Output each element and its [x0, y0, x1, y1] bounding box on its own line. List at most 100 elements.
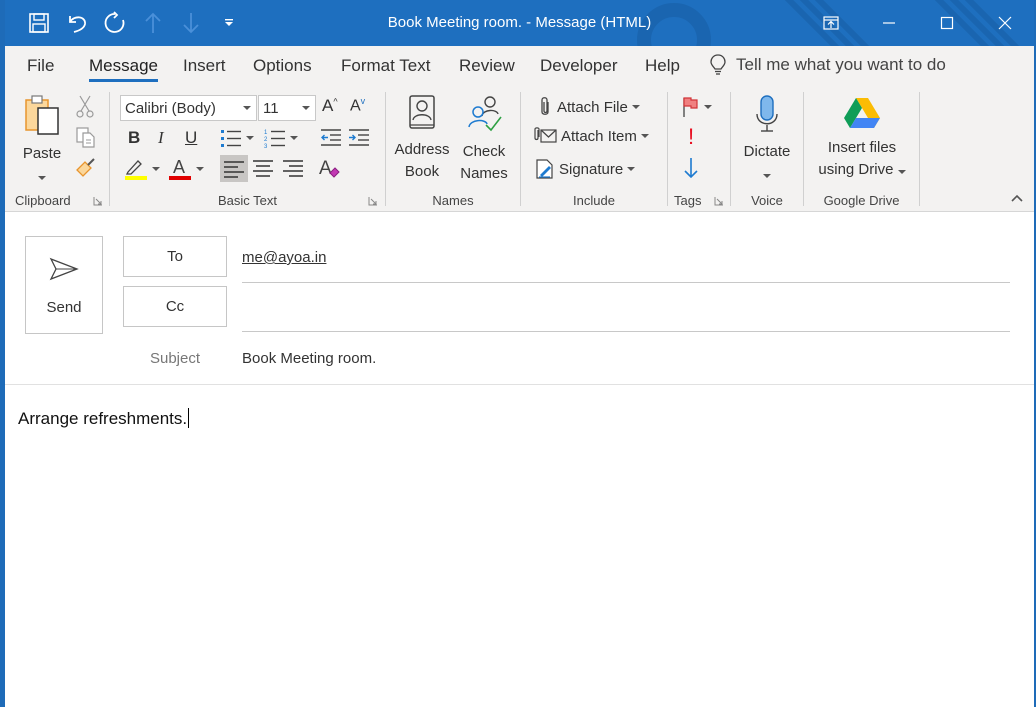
- google-drive-group: Insert files using Drive Google Drive: [804, 88, 920, 212]
- bullets-button[interactable]: [220, 128, 254, 148]
- insert-files-dropdown-icon: [897, 170, 906, 174]
- decrease-indent-button[interactable]: [320, 128, 342, 148]
- low-importance-button[interactable]: [682, 156, 700, 180]
- cc-button[interactable]: Cc: [123, 286, 227, 327]
- close-button[interactable]: [976, 0, 1034, 46]
- align-center-icon: [253, 160, 273, 177]
- numbering-button[interactable]: 123: [264, 128, 298, 148]
- font-name-combo[interactable]: Calibri (Body): [120, 95, 257, 121]
- check-names-icon: [468, 96, 502, 132]
- tab-help[interactable]: Help: [645, 56, 680, 76]
- format-painter-icon: [76, 158, 95, 177]
- tell-me-search[interactable]: Tell me what you want to do: [710, 54, 946, 76]
- clipboard-group: Paste Clipboard: [5, 88, 110, 212]
- collapse-ribbon-icon[interactable]: [1010, 193, 1024, 203]
- voice-group-label: Voice: [751, 193, 783, 208]
- tab-review[interactable]: Review: [459, 56, 515, 76]
- font-color-button[interactable]: A: [168, 158, 204, 180]
- shrink-font-icon: Av: [350, 96, 366, 115]
- voice-group: Dictate Voice: [731, 88, 804, 212]
- tab-format-text[interactable]: Format Text: [341, 56, 430, 76]
- format-painter-button[interactable]: [75, 156, 97, 178]
- high-importance-button[interactable]: !: [688, 124, 694, 150]
- group-separator: [919, 92, 920, 206]
- svg-text:A: A: [173, 158, 185, 177]
- cc-input[interactable]: [242, 291, 1010, 331]
- highlight-color-button[interactable]: [124, 158, 160, 180]
- send-button[interactable]: Send: [25, 236, 103, 334]
- tab-developer[interactable]: Developer: [540, 56, 618, 76]
- increase-indent-button[interactable]: [348, 128, 370, 148]
- insert-files-label-2: using Drive: [818, 161, 894, 178]
- basic-text-group-label: Basic Text: [217, 193, 277, 208]
- maximize-button[interactable]: [918, 0, 976, 46]
- paste-label: Paste: [22, 145, 62, 162]
- align-left-button[interactable]: [220, 155, 248, 182]
- italic-icon: I: [158, 128, 164, 147]
- font-color-icon: A: [169, 158, 191, 180]
- attach-file-dropdown-icon: [631, 105, 640, 109]
- dictate-label: Dictate: [743, 143, 791, 160]
- address-book-icon: [409, 95, 435, 129]
- signature-icon: [536, 159, 553, 179]
- increase-indent-icon: [349, 129, 369, 146]
- tab-options[interactable]: Options: [253, 56, 312, 76]
- address-book-button[interactable]: Address Book: [392, 94, 452, 183]
- google-drive-group-label: Google Drive: [823, 193, 900, 208]
- tab-message[interactable]: Message: [89, 56, 158, 82]
- attach-file-label: Attach File: [557, 98, 628, 116]
- copy-button[interactable]: [75, 126, 97, 148]
- microphone-icon: [756, 95, 778, 132]
- to-input[interactable]: [242, 253, 1010, 281]
- ribbon-tabs: File Message Insert Options Format Text …: [5, 46, 1034, 88]
- basic-text-dialog-launcher-icon[interactable]: [368, 196, 378, 206]
- tags-dialog-launcher-icon[interactable]: [714, 196, 724, 206]
- clipboard-dialog-launcher-icon[interactable]: [93, 196, 103, 206]
- dictate-dropdown-icon: [763, 174, 771, 178]
- align-left-icon: [224, 160, 244, 178]
- tab-file[interactable]: File: [27, 56, 54, 76]
- message-body[interactable]: Arrange refreshments.: [5, 386, 1034, 707]
- italic-button[interactable]: I: [158, 128, 164, 148]
- subject-label: Subject: [149, 350, 201, 367]
- clear-formatting-icon: A: [319, 158, 340, 179]
- subject-input[interactable]: Book Meeting room.: [242, 350, 376, 367]
- align-right-icon: [283, 160, 303, 177]
- paste-button[interactable]: Paste: [17, 94, 67, 180]
- bullets-dropdown-icon: [246, 136, 254, 140]
- align-right-button[interactable]: [282, 159, 304, 177]
- lightbulb-icon: [710, 54, 726, 75]
- highlighter-icon: [125, 160, 147, 180]
- dictate-button[interactable]: Dictate: [737, 94, 797, 185]
- minimize-button[interactable]: [860, 0, 918, 46]
- clear-formatting-button[interactable]: A: [318, 156, 342, 180]
- to-field-underline: [242, 282, 1010, 283]
- tab-insert[interactable]: Insert: [183, 56, 226, 76]
- cut-button[interactable]: [75, 94, 95, 118]
- attach-item-label: Attach Item: [561, 127, 637, 145]
- google-drive-icon: [844, 98, 880, 128]
- follow-up-button[interactable]: [682, 96, 712, 118]
- check-names-button[interactable]: Check Names: [454, 94, 514, 185]
- svg-text:A: A: [319, 158, 332, 179]
- signature-button[interactable]: Signature: [535, 158, 636, 180]
- insert-files-label-1: Insert files: [827, 139, 897, 156]
- align-center-button[interactable]: [252, 159, 274, 177]
- numbering-icon: 123: [264, 130, 285, 148]
- insert-files-using-drive-button[interactable]: Insert files using Drive: [808, 96, 916, 181]
- underline-button[interactable]: U: [185, 128, 197, 148]
- attach-file-button[interactable]: Attach File: [537, 96, 640, 118]
- attach-item-button[interactable]: Attach Item: [533, 127, 649, 145]
- decrease-indent-icon: [321, 129, 341, 146]
- bold-icon: B: [128, 128, 141, 147]
- shrink-font-button[interactable]: Av: [350, 96, 365, 115]
- font-size-combo[interactable]: 11: [258, 95, 316, 121]
- grow-font-button[interactable]: A^: [322, 96, 338, 116]
- message-body-text[interactable]: Arrange refreshments.: [18, 408, 190, 429]
- ribbon-display-options-button[interactable]: [802, 0, 860, 46]
- scissors-icon: [76, 95, 94, 118]
- signature-label: Signature: [559, 160, 624, 178]
- to-button[interactable]: To: [123, 236, 227, 277]
- attach-item-icon: [534, 127, 557, 143]
- bold-button[interactable]: B: [128, 128, 140, 148]
